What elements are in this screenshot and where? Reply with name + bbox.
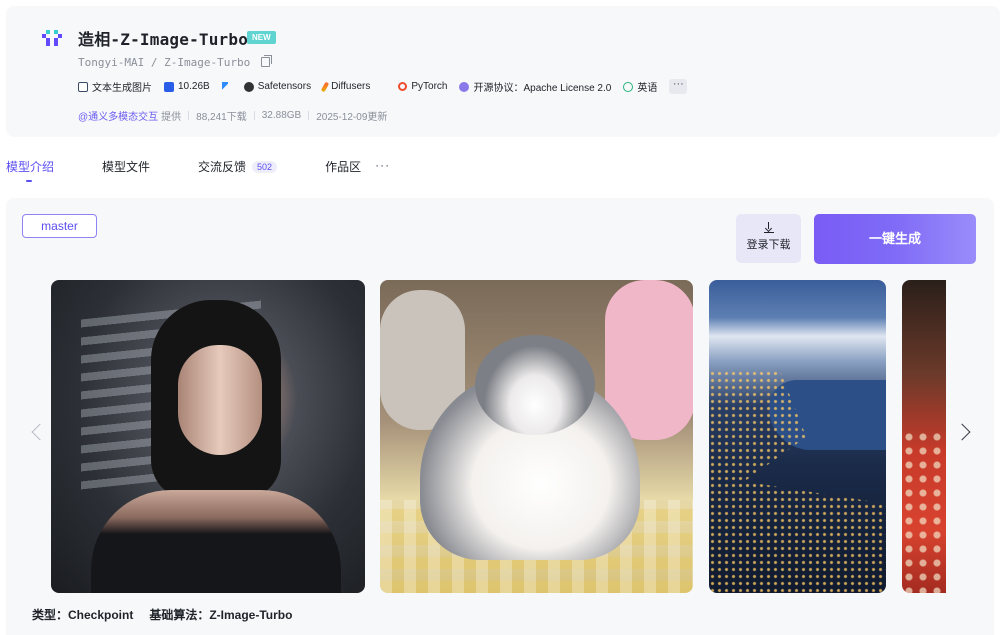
tab-bar: 模型介绍 模型文件 交流反馈 502 作品区 ··· [6,158,390,182]
login-download-button[interactable]: 登录下载 [736,214,801,263]
model-intro-panel: master 登录下载 一键生成 类型：Checkpoint 基础算法：Z-Im… [6,198,994,635]
red-dress-image[interactable] [902,280,946,593]
tag-label: Safetensors [257,81,312,92]
tab-label: 交流反馈 [198,160,247,174]
more-tags-button[interactable]: ··· [669,79,688,94]
tab-label: 模型介绍 [6,160,55,174]
tab-label: 作品区 [325,160,362,174]
lake-town-image[interactable] [709,280,886,593]
tab-model-files[interactable]: 模型文件 [102,158,150,175]
download-icon [763,222,774,233]
model-meta: @通义多模态交互 提供 88,241下载 32.88GB 2025-12-09更… [78,108,387,123]
modelscope-logo-icon [42,30,62,46]
divider [308,111,310,120]
tag-lightning[interactable] [221,81,232,92]
carousel-prev-icon[interactable] [31,423,49,441]
tag-list: 文本生成图片 10.26B Safetensors Diffusers PyTo… [78,78,688,95]
pytorch-icon [398,82,408,91]
folder-icon [164,81,174,92]
carousel-next-icon[interactable] [953,423,971,441]
more-tabs-button[interactable]: ··· [375,158,390,172]
text-to-image-icon [78,81,88,92]
provider-suffix: 提供 [161,112,182,123]
body-shape [91,490,341,593]
login-download-label: 登录下载 [746,239,791,251]
safetensors-icon [243,81,254,92]
lightning-icon [221,81,228,92]
tag-label: 文本生成图片 [92,83,152,94]
provider-link[interactable]: @通义多模态交互 [78,108,158,123]
tag-diffusers[interactable]: Diffusers [320,81,371,92]
tag-pytorch[interactable]: PyTorch [398,81,447,92]
tab-label: 模型文件 [102,160,151,174]
repo-path: Tongyi-MAI / Z-Image-Turbo [78,55,272,69]
tag-label: Diffusers [331,81,371,92]
model-type: 类型：Checkpoint [32,608,134,622]
org-link[interactable]: Tongyi-MAI [78,56,144,69]
repo-name: Z-Image-Turbo [164,56,251,69]
portrait-image[interactable] [51,280,365,593]
tag-label: 10.26B [178,81,210,92]
tag-label: 英语 [637,83,658,94]
tab-feedback[interactable]: 交流反馈 502 [198,158,278,175]
globe-icon [623,81,634,92]
path-separator: / [150,56,158,69]
tag-license[interactable]: 开源协议：Apache License 2.0 [459,79,611,94]
one-click-generate-button[interactable]: 一键生成 [814,214,976,264]
feedback-count-badge: 502 [252,160,278,173]
tag-safetensors[interactable]: Safetensors [243,81,312,92]
dress-pattern [902,430,946,593]
cat-head [475,335,595,435]
tag-label: 开源协议：Apache License 2.0 [473,83,612,94]
tag-task[interactable]: 文本生成图片 [78,79,152,94]
face-shape [178,345,262,455]
divider [253,111,255,120]
download-count: 88,241下载 [196,112,247,123]
model-spec: 类型：Checkpoint 基础算法：Z-Image-Turbo [32,606,308,623]
model-size: 32.88GB [261,110,302,121]
tag-params[interactable]: 10.26B [164,81,210,92]
divider [188,111,190,120]
tag-label: PyTorch [411,81,448,92]
cat-image[interactable] [380,280,693,593]
license-icon [459,81,470,92]
new-badge: NEW [247,31,276,44]
diffusers-icon [320,81,330,92]
branch-selector[interactable]: master [22,214,97,238]
model-title: 造相-Z-Image-Turbo [78,30,249,49]
copy-icon[interactable] [260,55,272,67]
base-algorithm: 基础算法：Z-Image-Turbo [149,608,293,622]
tab-gallery[interactable]: 作品区 [325,158,361,175]
model-header-card: 造相-Z-Image-Turbo NEW Tongyi-MAI / Z-Imag… [6,6,1000,137]
update-date: 2025-12-09更新 [316,112,388,123]
tag-language[interactable]: 英语 [623,79,657,94]
tab-model-intro[interactable]: 模型介绍 [6,158,55,182]
